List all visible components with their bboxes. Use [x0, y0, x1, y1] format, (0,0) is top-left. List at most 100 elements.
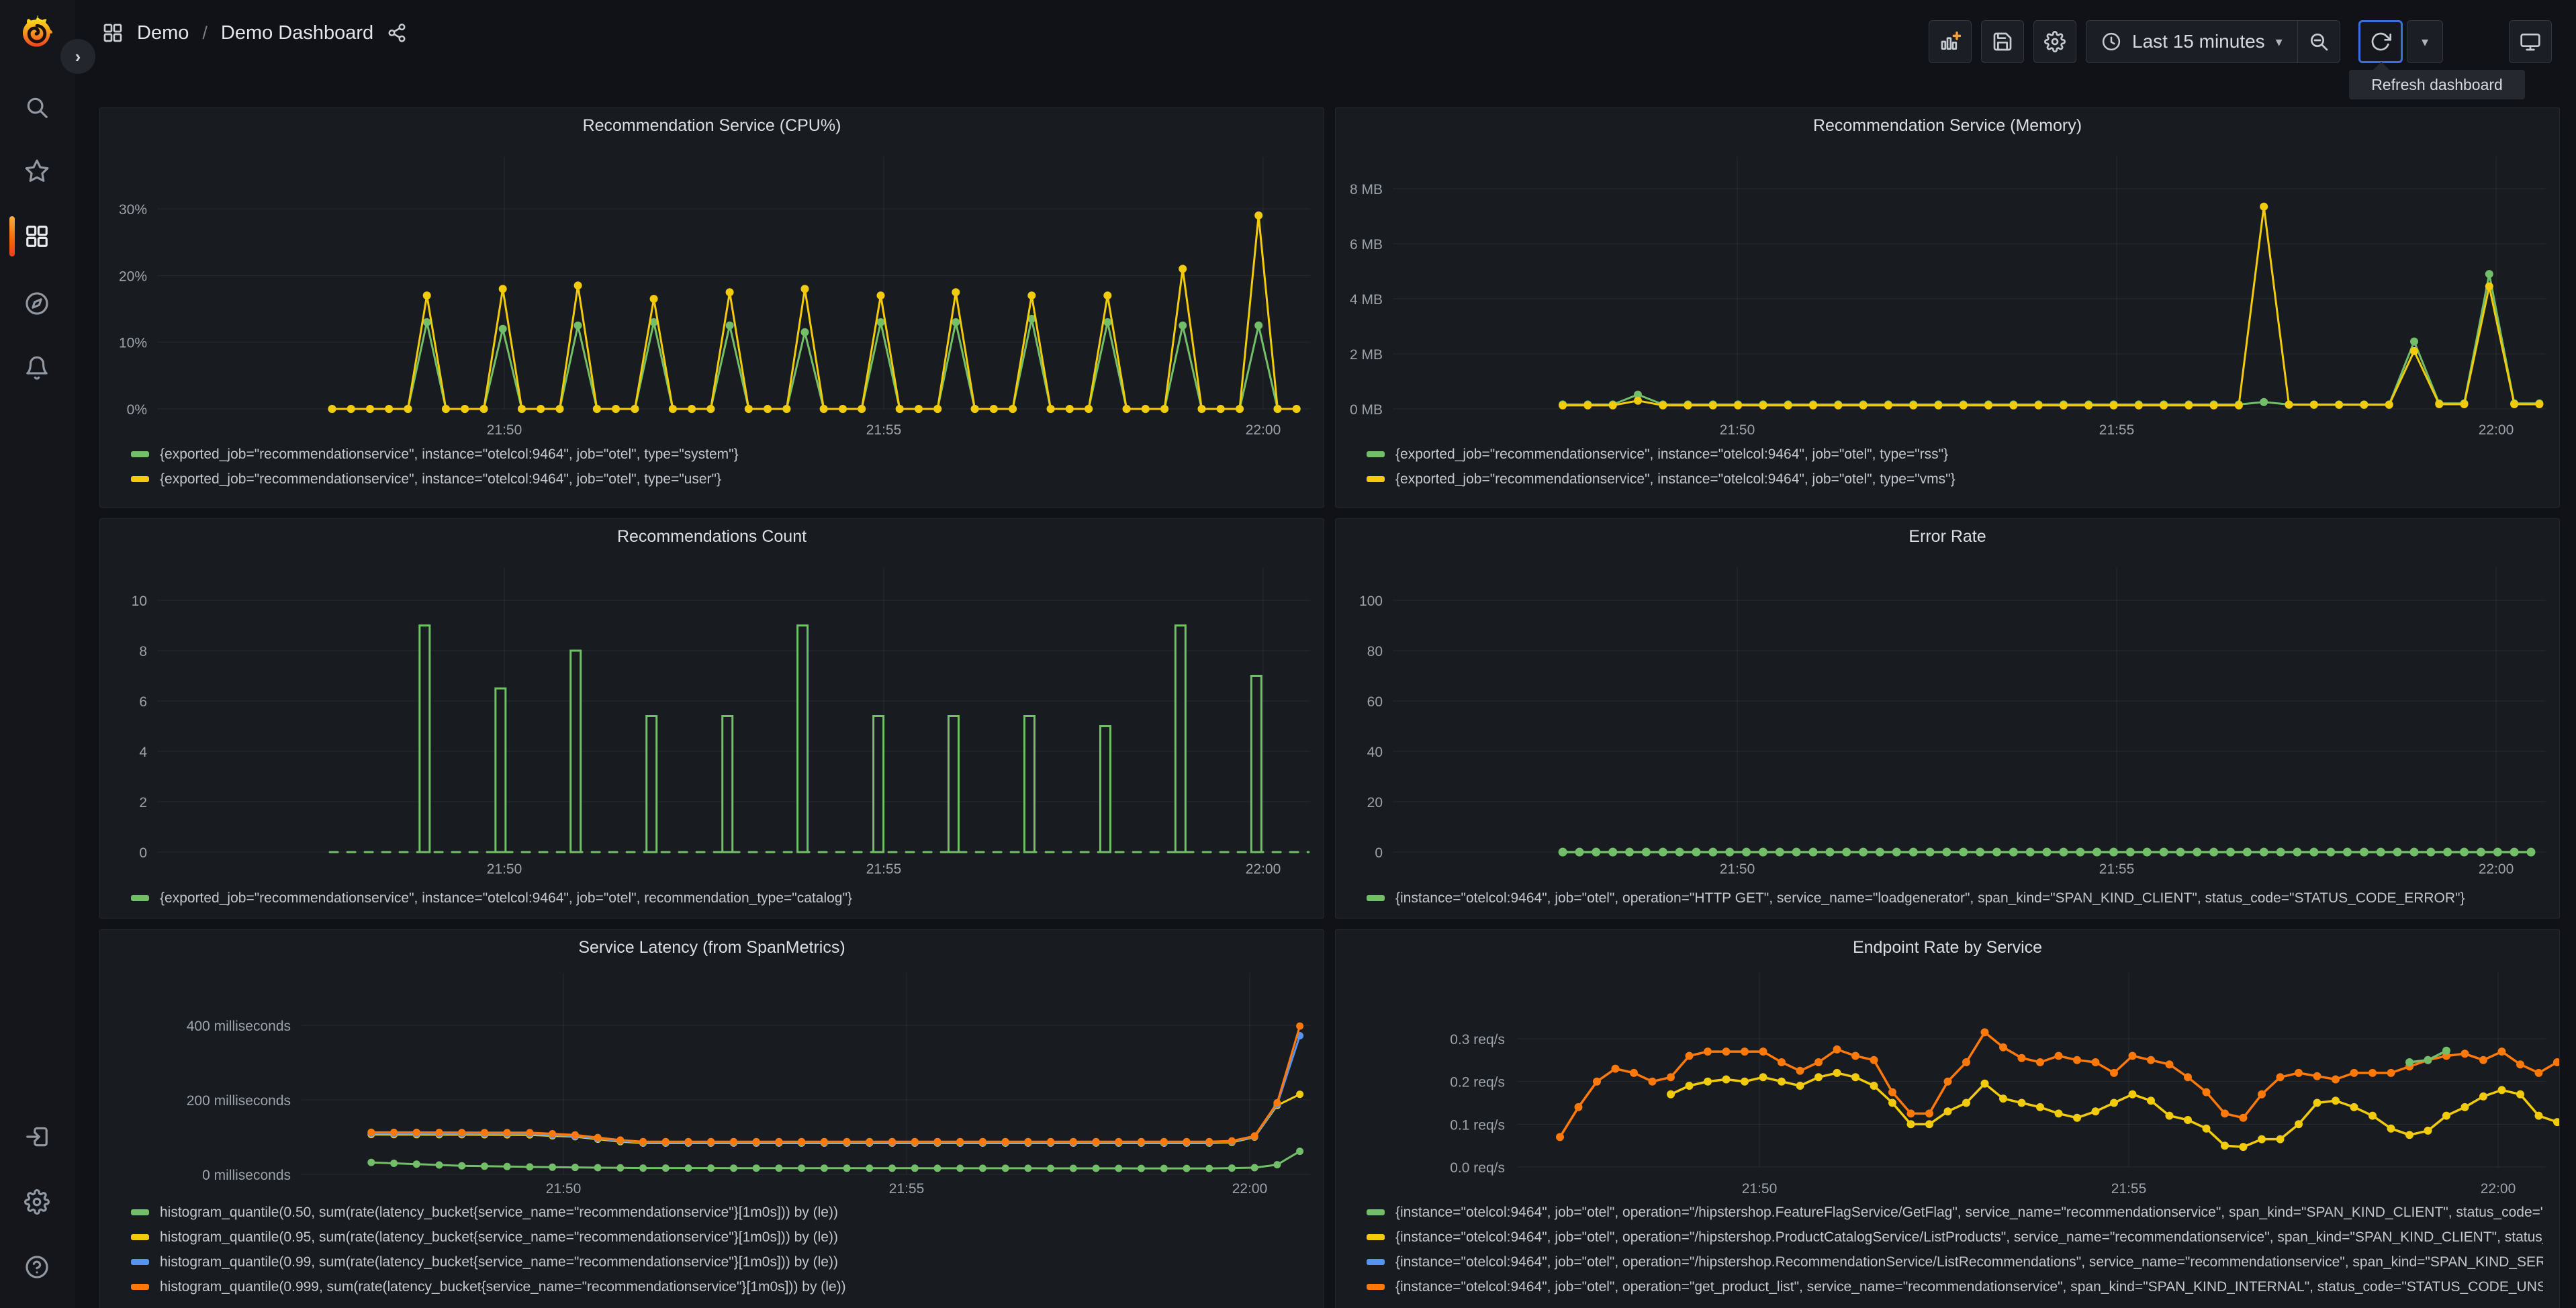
svg-text:21:55: 21:55: [866, 422, 902, 438]
legend-label: histogram_quantile(0.999, sum(rate(laten…: [160, 1278, 846, 1295]
monitor-icon: [2520, 34, 2540, 51]
sidebar-item-explore[interactable]: [15, 282, 58, 325]
legend-swatch: [1367, 476, 1385, 482]
legend-item[interactable]: {instance="otelcol:9464", job="otel", op…: [1367, 1274, 2543, 1299]
sidebar-item-starred[interactable]: [15, 150, 58, 193]
sidebar-item-alerting[interactable]: [15, 346, 58, 389]
svg-text:80: 80: [1367, 644, 1383, 659]
svg-text:20%: 20%: [119, 269, 147, 284]
share-icon[interactable]: [387, 23, 407, 43]
legend: {instance="otelcol:9464", job="otel", op…: [1367, 886, 2543, 910]
legend-label: histogram_quantile(0.95, sum(rate(latenc…: [160, 1229, 838, 1245]
svg-text:22:00: 22:00: [2479, 422, 2514, 438]
sidebar-item-dashboards[interactable]: [15, 215, 58, 258]
legend-item[interactable]: histogram_quantile(0.99, sum(rate(latenc…: [131, 1250, 1307, 1274]
chevron-right-icon: ›: [75, 46, 81, 66]
panel-endpoint-rate-by-service: Endpoint Rate by Service 0.0 req/s 0.1 re…: [1335, 929, 2560, 1308]
panel-error-rate: Error Rate 0 20 40 60 80 100 21:50 21:55 22:00 {…: [1335, 518, 2560, 919]
sidebar-item-configuration[interactable]: [15, 1180, 58, 1223]
svg-text:20: 20: [1367, 795, 1383, 810]
legend-item[interactable]: {exported_job="recommendationservice", i…: [1367, 442, 2543, 467]
save-icon: [1993, 32, 2012, 51]
legend-label: histogram_quantile(0.50, sum(rate(latenc…: [160, 1204, 838, 1220]
count-chart[interactable]: 0 2 4 6 8 10 21:50 21:55 22:00: [100, 519, 1324, 918]
dashboards-grid-icon: [26, 226, 48, 247]
save-dashboard-button[interactable]: [1981, 20, 2024, 63]
gear-icon: [24, 1189, 50, 1215]
legend: {exported_job="recommendationservice", i…: [131, 886, 1307, 910]
svg-text:8: 8: [139, 644, 147, 659]
svg-text:21:50: 21:50: [487, 861, 522, 877]
legend-item[interactable]: {exported_job="recommendationservice", i…: [131, 467, 1307, 492]
grafana-logo[interactable]: [17, 13, 56, 52]
breadcrumb-folder[interactable]: Demo: [137, 22, 189, 44]
svg-text:100: 100: [1359, 594, 1383, 609]
panel-service-latency: Service Latency (from SpanMetrics) 0 mil…: [99, 929, 1324, 1308]
legend: {instance="otelcol:9464", job="otel", op…: [1367, 1200, 2543, 1299]
legend-swatch: [131, 1234, 149, 1240]
refresh-dashboard-button[interactable]: [2358, 20, 2403, 63]
legend-item[interactable]: {instance="otelcol:9464", job="otel", op…: [1367, 1250, 2543, 1274]
svg-text:30%: 30%: [119, 202, 147, 218]
svg-text:21:50: 21:50: [487, 422, 522, 438]
svg-text:40: 40: [1367, 745, 1383, 760]
svg-text:21:55: 21:55: [889, 1181, 925, 1197]
svg-text:60: 60: [1367, 694, 1383, 710]
legend-label: {exported_job="recommendationservice", i…: [160, 890, 852, 906]
time-range-picker[interactable]: Last 15 minutes ▾: [2086, 21, 2297, 62]
svg-text:0: 0: [139, 845, 147, 861]
legend: {exported_job="recommendationservice", i…: [131, 442, 1307, 492]
tooltip-arrow: [2373, 62, 2389, 70]
svg-text:4 MB: 4 MB: [1350, 292, 1383, 308]
zoom-out-icon: [2310, 34, 2328, 51]
panel-recommendation-service-memory: Recommendation Service (Memory) 0 MB 2 MB…: [1335, 107, 2560, 508]
refresh-tooltip: Refresh dashboard: [2349, 70, 2525, 99]
legend-swatch: [131, 895, 149, 901]
legend-swatch: [131, 1284, 149, 1290]
svg-text:400 milliseconds: 400 milliseconds: [187, 1019, 291, 1034]
svg-text:2 MB: 2 MB: [1350, 347, 1383, 363]
legend-item[interactable]: histogram_quantile(0.50, sum(rate(latenc…: [131, 1200, 1307, 1225]
legend-item[interactable]: histogram_quantile(0.95, sum(rate(latenc…: [131, 1225, 1307, 1250]
legend-item[interactable]: {instance="otelcol:9464", job="otel", op…: [1367, 886, 2543, 910]
legend: histogram_quantile(0.50, sum(rate(latenc…: [131, 1200, 1307, 1299]
breadcrumb-dashboard[interactable]: Demo Dashboard: [221, 22, 373, 44]
apps-grid-icon[interactable]: [102, 22, 124, 44]
error-rate-chart[interactable]: 0 20 40 60 80 100 21:50 21:55 22:00: [1336, 519, 2559, 918]
svg-text:0.0 req/s: 0.0 req/s: [1450, 1160, 1505, 1176]
legend-item[interactable]: histogram_quantile(0.999, sum(rate(laten…: [131, 1274, 1307, 1299]
svg-text:0.1 req/s: 0.1 req/s: [1450, 1117, 1505, 1133]
legend-item[interactable]: {exported_job="recommendationservice", i…: [131, 886, 1307, 910]
add-panel-button[interactable]: [1929, 20, 1972, 63]
compass-icon: [26, 292, 48, 315]
svg-text:4: 4: [139, 745, 147, 760]
legend-item[interactable]: {exported_job="recommendationservice", i…: [1367, 467, 2543, 492]
svg-text:21:55: 21:55: [866, 861, 902, 877]
legend-item[interactable]: {instance="otelcol:9464", job="otel", op…: [1367, 1200, 2543, 1225]
svg-text:21:55: 21:55: [2099, 422, 2135, 438]
legend-swatch: [131, 1209, 149, 1215]
sidebar-item-help[interactable]: [15, 1246, 58, 1289]
dashboard-settings-button[interactable]: [2033, 20, 2076, 63]
legend-label: {instance="otelcol:9464", job="otel", op…: [1395, 1229, 2543, 1245]
sidebar-expand-button[interactable]: ›: [60, 39, 95, 74]
legend-item[interactable]: {exported_job="recommendationservice", i…: [131, 442, 1307, 467]
sidebar: [0, 0, 75, 1308]
legend-swatch: [1367, 1284, 1385, 1290]
svg-text:0 MB: 0 MB: [1350, 402, 1383, 418]
sidebar-item-sign-in[interactable]: [15, 1115, 58, 1158]
search-icon: [27, 97, 48, 118]
legend-item[interactable]: {instance="otelcol:9464", job="otel", op…: [1367, 1225, 2543, 1250]
legend-label: {instance="otelcol:9464", job="otel", op…: [1395, 1204, 2543, 1220]
svg-text:21:50: 21:50: [1720, 422, 1755, 438]
svg-text:21:55: 21:55: [2099, 861, 2135, 877]
legend-swatch: [131, 451, 149, 457]
svg-text:22:00: 22:00: [1246, 422, 1281, 438]
svg-text:21:50: 21:50: [1742, 1181, 1778, 1197]
legend-label: {instance="otelcol:9464", job="otel", op…: [1395, 890, 2465, 906]
refresh-interval-dropdown[interactable]: ▾: [2407, 20, 2443, 63]
cycle-view-mode-button[interactable]: [2509, 20, 2552, 63]
sidebar-item-search[interactable]: [15, 86, 58, 129]
zoom-out-button[interactable]: [2298, 21, 2340, 62]
svg-text:6 MB: 6 MB: [1350, 237, 1383, 252]
